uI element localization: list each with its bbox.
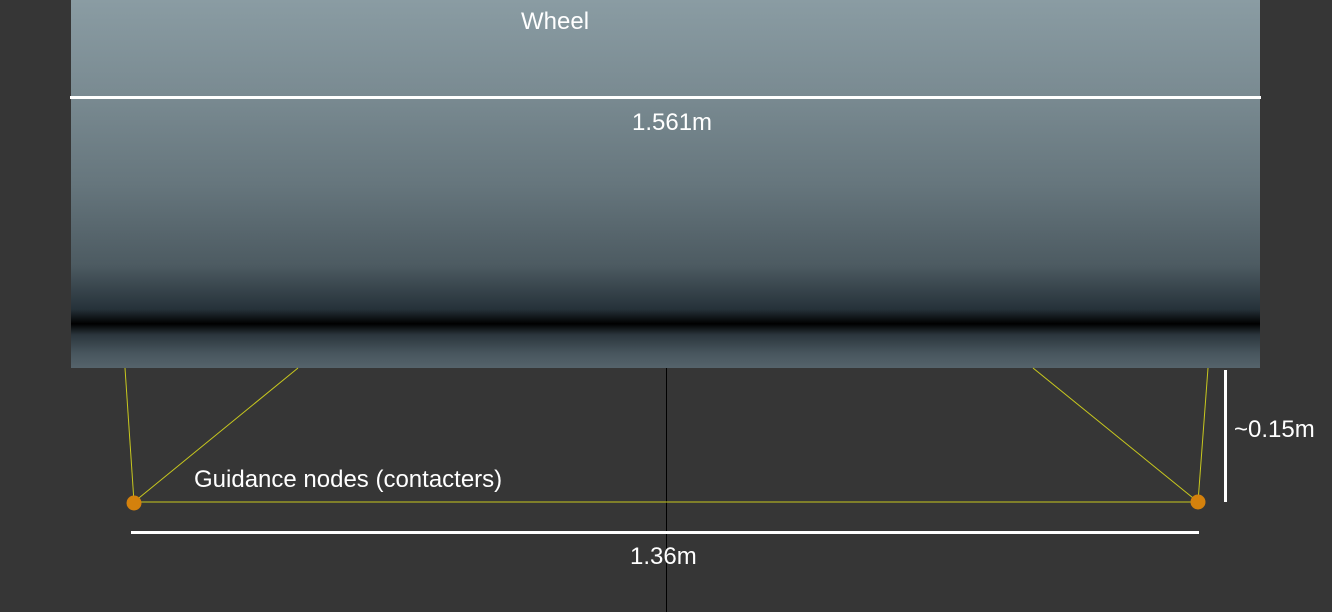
guidance-node-left [126,495,142,511]
guidance-link-right-outer [1197,367,1209,503]
guidance-link-left-outer [124,367,135,503]
guidance-link-right-inner [1032,367,1199,503]
guidance-node-right [1190,494,1206,510]
node-offset-label: ~0.15m [1234,416,1315,443]
guidance-nodes-label: Guidance nodes (contacters) [194,466,503,493]
node-span-label: 1.36m [630,543,697,570]
guidance-geometry [124,367,1227,612]
